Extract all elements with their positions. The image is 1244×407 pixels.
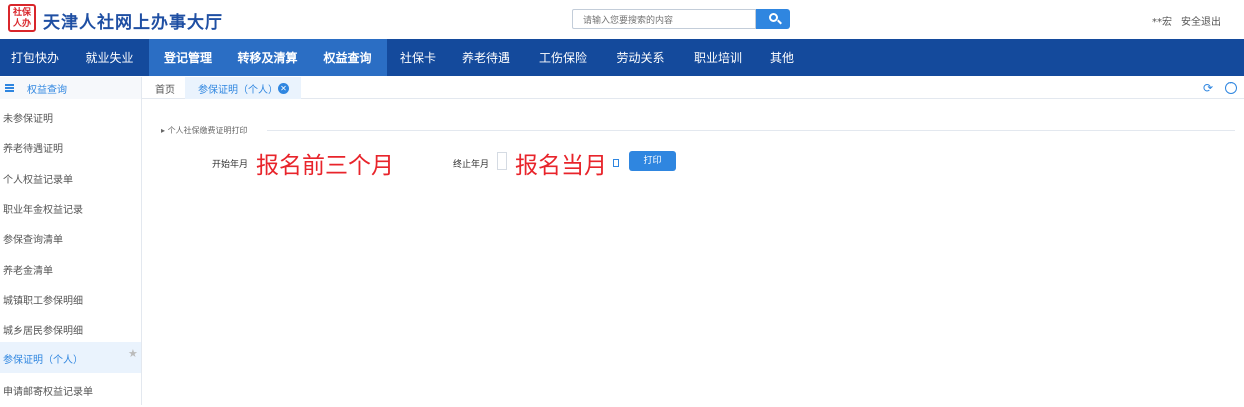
calendar-icon[interactable] xyxy=(613,159,619,167)
nav-item-injury-insurance[interactable]: 工伤保险 xyxy=(523,39,603,76)
search-button[interactable] xyxy=(756,9,790,29)
nav-item-package[interactable]: 打包快办 xyxy=(0,39,70,76)
close-icon[interactable]: ✕ xyxy=(278,83,289,94)
sidebar-item-label: 参保证明（个人） xyxy=(3,355,83,366)
section-title: ▸ 个人社保缴费证明打印 xyxy=(161,126,248,135)
nav-item-social-card[interactable]: 社保卡 xyxy=(387,39,449,76)
sidebar-title: 权益查询 xyxy=(27,85,67,96)
sidebar-item-rights-record[interactable]: 个人权益记录单 xyxy=(0,165,141,195)
logout-link[interactable]: 安全退出 xyxy=(1181,13,1221,28)
sidebar-item-pension-list[interactable]: 养老金清单 xyxy=(0,256,141,286)
more-icon[interactable] xyxy=(1225,79,1237,94)
search-input[interactable] xyxy=(572,9,756,29)
nav-item-other[interactable]: 其他 xyxy=(758,39,806,76)
logo-icon: 社保人办 xyxy=(8,4,36,32)
nav-item-registration[interactable]: 登记管理 xyxy=(149,39,227,76)
nav-item-labor-relations[interactable]: 劳动关系 xyxy=(603,39,678,76)
sidebar-item-no-insurance-cert[interactable]: 未参保证明 xyxy=(0,104,141,134)
nav-item-employment[interactable]: 就业失业 xyxy=(70,39,149,76)
sidebar-item-urban-worker-detail[interactable]: 城镇职工参保明细 xyxy=(0,286,141,316)
nav-item-rights-query[interactable]: 权益查询 xyxy=(308,39,387,76)
start-month-label: 开始年月 xyxy=(212,160,249,170)
tab-bar: 权益查询 首页 参保证明（个人） ✕ ⟳ xyxy=(0,77,1244,99)
sidebar: 未参保证明 养老待遇证明 个人权益记录单 职业年金权益记录 参保查询清单 养老金… xyxy=(0,99,142,405)
menu-icon[interactable] xyxy=(5,84,14,92)
nav-item-pension[interactable]: 养老待遇 xyxy=(449,39,523,76)
sidebar-item-pension-cert[interactable]: 养老待遇证明 xyxy=(0,134,141,164)
print-button[interactable]: 打印 xyxy=(629,151,676,171)
refresh-icon[interactable]: ⟳ xyxy=(1203,81,1213,95)
end-month-input[interactable] xyxy=(497,152,507,170)
sidebar-item-annuity-record[interactable]: 职业年金权益记录 xyxy=(0,195,141,225)
divider xyxy=(267,130,1235,131)
user-name: **宏 xyxy=(1152,17,1172,28)
nav-item-training[interactable]: 职业培训 xyxy=(678,39,758,76)
sidebar-item-mail-record[interactable]: 申请邮寄权益记录单 xyxy=(0,377,141,407)
sidebar-header: 权益查询 xyxy=(0,77,142,99)
tab-home[interactable]: 首页 xyxy=(155,81,175,96)
star-icon[interactable]: ★ xyxy=(128,347,138,360)
header: 社保人办 天津人社网上办事大厅 **宏 安全退出 xyxy=(0,0,1244,38)
nav-item-transfer[interactable]: 转移及清算 xyxy=(227,39,308,76)
start-month-annotation: 报名前三个月 xyxy=(256,153,394,179)
main-nav: 打包快办 就业失业 登记管理 转移及清算 权益查询 社保卡 养老待遇 工伤保险 … xyxy=(0,39,1244,76)
sidebar-item-insurance-list[interactable]: 参保查询清单 xyxy=(0,225,141,255)
site-title: 天津人社网上办事大厅 xyxy=(43,13,223,33)
sidebar-item-certificate[interactable]: 参保证明（个人） ★ xyxy=(0,342,141,373)
end-month-annotation: 报名当月 xyxy=(515,153,607,179)
end-month-label: 终止年月 xyxy=(453,160,490,170)
tab-certificate[interactable]: 参保证明（个人） ✕ xyxy=(185,77,301,99)
tab-certificate-label: 参保证明（个人） xyxy=(198,85,278,96)
